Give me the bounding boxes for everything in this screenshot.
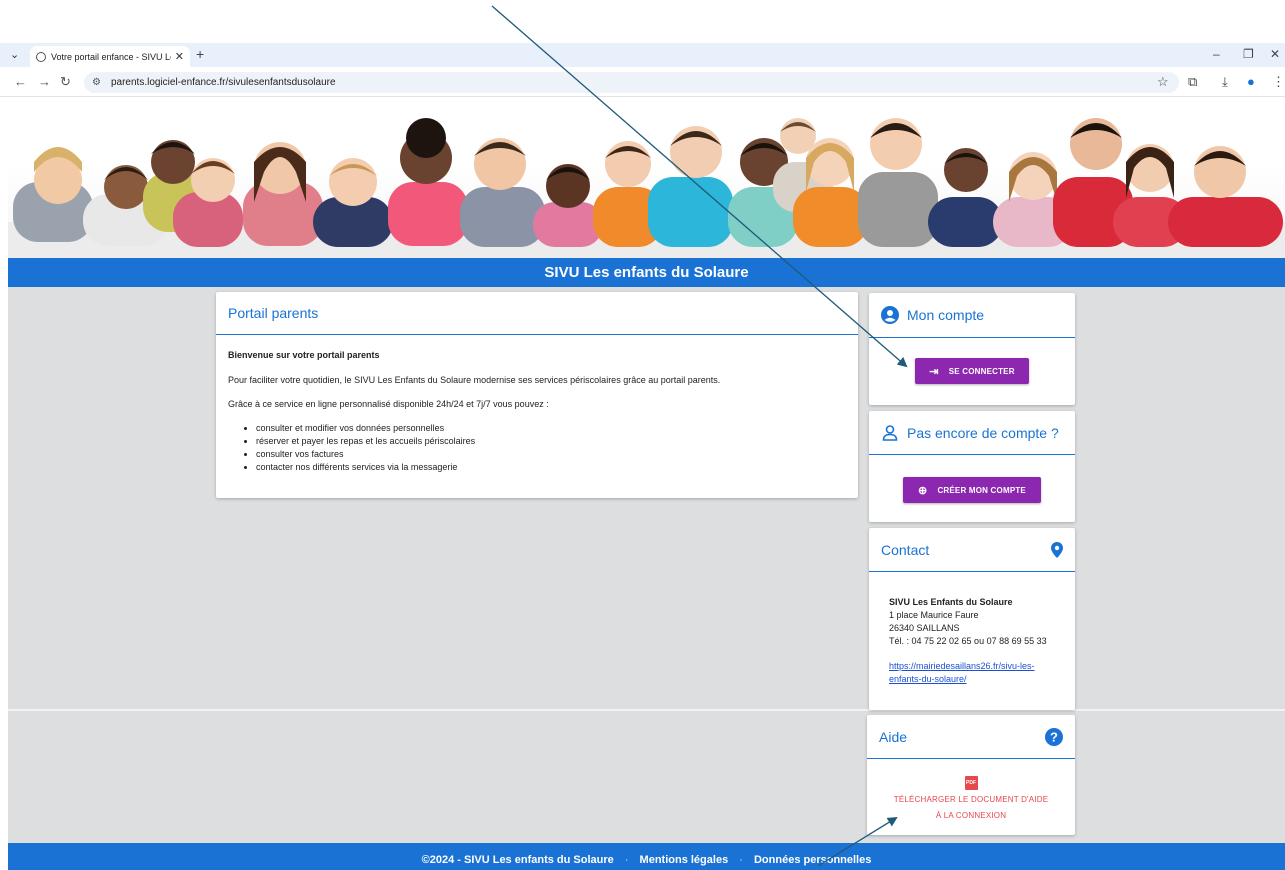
banner-children-photo <box>8 102 1285 258</box>
children-illustration <box>8 118 1285 258</box>
list-item: contacter nos différents services via la… <box>256 461 846 474</box>
contact-address-line: 1 place Maurice Faure <box>889 610 979 620</box>
portal-card-body: Bienvenue sur votre portail parents Pour… <box>216 335 858 488</box>
extensions-icon[interactable]: ⧉ <box>1188 74 1197 90</box>
list-item: consulter et modifier vos données person… <box>256 422 846 435</box>
help-card: Aide ? PDF TÉLÉCHARGER LE DOCUMENT D'AID… <box>867 715 1075 835</box>
service-text: Grâce à ce service en ligne personnalisé… <box>228 399 549 409</box>
help-download-line2: À LA CONNEXION <box>935 811 1007 820</box>
intro-text: Pour faciliter votre quotidien, le SIVU … <box>228 375 721 385</box>
download-icon[interactable]: ⤓ <box>1222 74 1228 90</box>
portal-card-title: Portail parents <box>216 292 858 335</box>
login-icon: ⇥ <box>929 365 939 378</box>
help-card-title: Aide <box>879 728 908 745</box>
site-settings-icon[interactable]: ⚙ <box>92 77 101 88</box>
close-window-icon[interactable]: ✕ <box>1270 47 1280 61</box>
profile-icon[interactable]: ● <box>1247 74 1255 89</box>
globe-icon <box>36 51 46 62</box>
contact-details: SIVU Les Enfants du Solaure 1 place Maur… <box>869 572 1075 710</box>
account-circle-icon <box>881 306 899 324</box>
help-card-header: Aide ? <box>867 715 1075 759</box>
person-outline-icon <box>882 424 898 441</box>
contact-card-header: Contact <box>869 528 1075 572</box>
footer-separator: · <box>739 854 743 866</box>
signup-card-header: Pas encore de compte ? <box>869 411 1075 455</box>
help-download-link[interactable]: PDF TÉLÉCHARGER LE DOCUMENT D'AIDE À LA … <box>867 759 1075 824</box>
contact-org: SIVU Les Enfants du Solaure <box>889 597 1013 607</box>
account-card: Mon compte ⇥ SE CONNECTER <box>869 293 1075 405</box>
footer-legal-link[interactable]: Mentions légales <box>640 854 729 866</box>
contact-link-line1: https://mairiedesaillans26.fr/sivu-les- <box>889 661 1035 671</box>
url-text: parents.logiciel-enfance.fr/sivulesenfan… <box>110 77 336 88</box>
contact-phone: Tél. : 04 75 22 02 65 ou 07 88 69 55 33 <box>889 636 1047 646</box>
back-icon[interactable]: ← <box>14 74 27 89</box>
contact-card-title: Contact <box>881 541 930 558</box>
signup-card-title: Pas encore de compte ? <box>907 424 1059 441</box>
minimize-icon[interactable]: – <box>1213 47 1220 61</box>
welcome-heading: Bienvenue sur votre portail parents <box>228 350 380 360</box>
address-bar[interactable]: ⚙ parents.logiciel-enfance.fr/sivulesenf… <box>84 72 1179 93</box>
account-card-title: Mon compte <box>907 307 985 323</box>
signup-card: Pas encore de compte ? ⊕ CRÉER MON COMPT… <box>869 411 1075 522</box>
list-item: consulter vos factures <box>256 448 846 461</box>
help-icon[interactable]: ? <box>1045 727 1063 746</box>
login-button-label: SE CONNECTER <box>948 366 1015 376</box>
site-footer: ©2024 - SIVU Les enfants du Solaure · Me… <box>8 843 1285 870</box>
reload-icon[interactable]: ↻ <box>60 74 71 90</box>
menu-icon[interactable]: ⋮ <box>1272 74 1285 90</box>
footer-copyright: ©2024 - SIVU Les enfants du Solaure <box>421 854 614 866</box>
restore-icon[interactable]: ❐ <box>1243 47 1254 61</box>
help-download-line1: TÉLÉCHARGER LE DOCUMENT D'AIDE <box>893 795 1049 804</box>
close-tab-icon[interactable]: ✕ <box>175 50 184 63</box>
pdf-icon: PDF <box>964 776 978 790</box>
add-circle-icon: ⊕ <box>918 484 928 497</box>
site-header: SIVU Les enfants du Solaure <box>8 258 1285 287</box>
login-button[interactable]: ⇥ SE CONNECTER <box>915 358 1029 384</box>
browser-toolbar: ← → ↻ ⚙ parents.logiciel-enfance.fr/sivu… <box>0 67 1285 97</box>
content-divider <box>8 709 1285 711</box>
list-item: réserver et payer les repas et les accue… <box>256 435 846 448</box>
contact-website-link[interactable]: https://mairiedesaillans26.fr/sivu-les- … <box>889 660 1055 686</box>
contact-link-line2: enfants-du-solaure/ <box>889 674 967 684</box>
create-account-label: CRÉER MON COMPTE <box>937 485 1026 495</box>
forward-icon[interactable]: → <box>38 74 51 89</box>
service-list: consulter et modifier vos données person… <box>228 422 846 474</box>
tab-search-icon[interactable]: ⌄ <box>10 48 19 61</box>
contact-city: 26340 SAILLANS <box>889 623 960 633</box>
portal-card: Portail parents Bienvenue sur votre port… <box>216 292 858 498</box>
footer-privacy-link[interactable]: Données personnelles <box>754 854 871 866</box>
location-pin-icon <box>1051 541 1063 558</box>
footer-separator: · <box>624 854 629 866</box>
help-download-text: TÉLÉCHARGER LE DOCUMENT D'AIDE À LA CONN… <box>867 792 1075 824</box>
tab-title: Votre portail enfance - SIVU Les <box>51 51 171 62</box>
bookmark-star-icon[interactable]: ☆ <box>1157 74 1169 90</box>
create-account-button[interactable]: ⊕ CRÉER MON COMPTE <box>903 477 1041 503</box>
contact-card: Contact SIVU Les Enfants du Solaure 1 pl… <box>869 528 1075 710</box>
browser-tab-bar: ⌄ Votre portail enfance - SIVU Les ✕ + –… <box>0 43 1285 67</box>
new-tab-icon[interactable]: + <box>196 46 204 62</box>
svg-text:?: ? <box>1050 729 1058 744</box>
browser-tab[interactable]: Votre portail enfance - SIVU Les ✕ <box>30 46 190 67</box>
account-card-header: Mon compte <box>869 293 1075 338</box>
